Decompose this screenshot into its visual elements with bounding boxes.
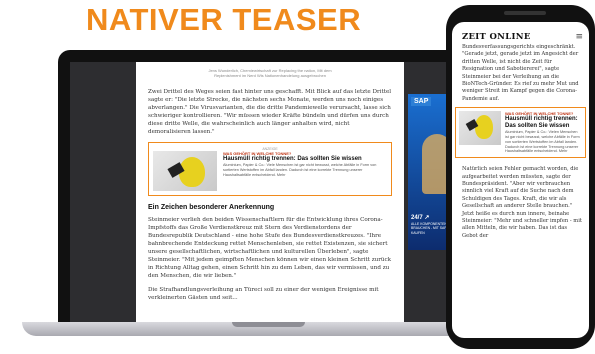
image-caption: Jens Wunderlich, Chemiewirtschaft zur Re…: [148, 68, 392, 78]
page-headline: NATIVER TEASER: [86, 2, 362, 37]
phone-paragraph-bottom: Natürlich seien Fehler gemacht worden, d…: [462, 166, 582, 239]
left-gutter: [70, 62, 136, 322]
phone-teaser-title[interactable]: Hausmüll richtig trennen: Das sollten Si…: [505, 116, 582, 130]
phone-screen: ZEIT ONLINE ≡ Bundesverfassungsgerichts …: [452, 22, 589, 338]
ad-headline: 24/7 ↗: [411, 215, 430, 221]
yellow-bin-shape: [179, 157, 205, 187]
laptop-screen: Jens Wunderlich, Chemiewirtschaft zur Re…: [70, 62, 467, 322]
yellow-bin-shape: [475, 115, 493, 140]
teaser-title[interactable]: Hausmüll richtig trennen: Das sollten Si…: [223, 156, 387, 163]
phone-header: ZEIT ONLINE ≡: [452, 22, 589, 44]
phone-teaser-text: Aluminium, Papier & Co.: Vielen Menschen…: [505, 130, 580, 154]
article-paragraph-1: Zwei Drittel des Weges seien fast hinter…: [148, 89, 392, 135]
native-teaser[interactable]: ANZEIGE WAS GEHÖRT IN WELCHE TONNE? Haus…: [148, 142, 392, 196]
phone-native-teaser[interactable]: WAS GEHÖRT IN WELCHE TONNE? Hausmüll ric…: [455, 107, 586, 159]
article-content[interactable]: Jens Wunderlich, Chemiewirtschaft zur Re…: [136, 62, 404, 322]
section-heading: Ein Zeichen besonderer Anerkennung: [148, 204, 275, 211]
zeit-online-logo[interactable]: ZEIT ONLINE: [462, 32, 531, 42]
phone-paragraph-top: Bundesverfassungsgerichts eingeschränkt.…: [462, 44, 579, 102]
phone-teaser-image[interactable]: [459, 111, 501, 146]
teaser-text: Aluminium, Papier & Co.: Viele Menschen …: [223, 163, 377, 177]
hamburger-menu-icon[interactable]: ≡: [575, 32, 583, 42]
article-paragraph-2: Steinmeier verlieh den beiden Wissenscha…: [148, 217, 392, 279]
laptop-notch: [232, 322, 305, 327]
caption-line-2: Replenishment im Nerd Wis Nationenhandel…: [214, 73, 326, 78]
phone-speaker: [504, 11, 546, 15]
sap-logo: SAP: [411, 97, 432, 106]
article-paragraph-3: Die Strafhandlungsverleihung an Türeci s…: [148, 287, 379, 301]
teaser-image[interactable]: [153, 151, 217, 191]
